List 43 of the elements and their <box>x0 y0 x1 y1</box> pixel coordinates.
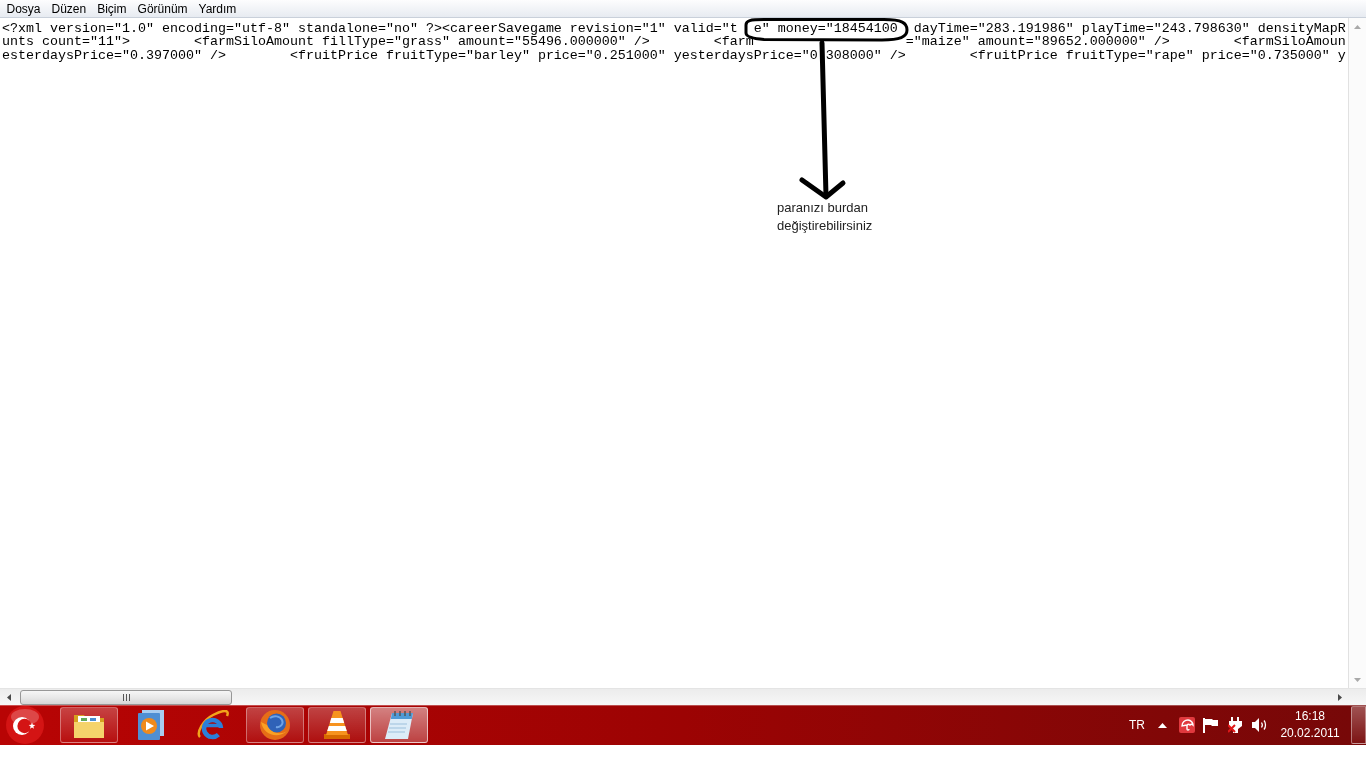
menu-item[interactable]: Dosya <box>1 0 46 18</box>
browser-e-icon <box>197 710 229 740</box>
taskbar-button[interactable] <box>370 707 428 743</box>
tray-button[interactable] <box>1179 717 1195 733</box>
globe-icon <box>260 710 290 740</box>
taskbar-button[interactable] <box>60 707 118 743</box>
media-player-icon <box>138 710 164 740</box>
menu-item[interactable]: Düzen <box>46 0 92 18</box>
xml-text: ="maize" amount="89652.000000" /> <farmSiloAmoun <box>905 36 1346 49</box>
language-indicator[interactable]: TR <box>1129 718 1145 732</box>
menu-item[interactable]: Yardım <box>193 0 242 18</box>
xml-text: <?xml version="1.0" encoding="utf-8" standalone="no" ?><careerSavegame revision="1" valid="t <box>2 22 738 35</box>
xml-text: unts count="11"> <farmSiloAmount fillType="grass" amount="55496.000000" /> <farm <box>2 36 754 49</box>
annotation-text: paranızı burdan değiştirebilirsiniz <box>777 199 874 235</box>
tray-button[interactable] <box>1252 718 1267 732</box>
menu-item[interactable]: Görünüm <box>132 0 194 18</box>
taskbar-button[interactable] <box>246 707 304 743</box>
flag-icon <box>1203 717 1218 733</box>
notepad-icon <box>385 711 413 739</box>
start-button[interactable] <box>6 706 44 744</box>
speaker-icon <box>1252 718 1267 732</box>
show-hidden-icons-button[interactable] <box>1158 722 1167 728</box>
taskbar-button[interactable] <box>308 707 366 743</box>
tray-button[interactable] <box>1228 717 1243 733</box>
grip-icon <box>122 693 130 701</box>
menu-item[interactable]: Biçim <box>91 0 133 18</box>
caret-down-icon <box>1354 677 1361 682</box>
caret-left-icon <box>6 693 11 701</box>
traffic-cone-icon <box>324 711 350 739</box>
show-desktop-button[interactable] <box>1351 706 1366 744</box>
xml-text: dayTime="283.191986" playTime="243.798630" densityMapR <box>913 22 1346 35</box>
xml-text: e" money="18454100 <box>753 22 898 35</box>
xml-text: 308000" /> <fruitPrice fruitType="rape" price="0.735000" y <box>825 49 1346 62</box>
caret-up-icon <box>1354 24 1361 29</box>
scrollbar-thumb[interactable] <box>20 689 232 705</box>
caret-up-icon <box>1158 722 1167 728</box>
umbrella-icon <box>1179 717 1195 733</box>
clock[interactable]: 16:18 20.02.2011 <box>1279 708 1341 742</box>
xml-text: esterdaysPrice="0.397000" /> <fruitPrice fruitType="barley" price="0.251000" yesterdaysPrice="0 <box>2 49 818 62</box>
folder-icon <box>74 712 104 738</box>
plug-icon <box>1228 717 1243 733</box>
tray-button[interactable] <box>1203 717 1218 733</box>
caret-right-icon <box>1337 693 1342 701</box>
